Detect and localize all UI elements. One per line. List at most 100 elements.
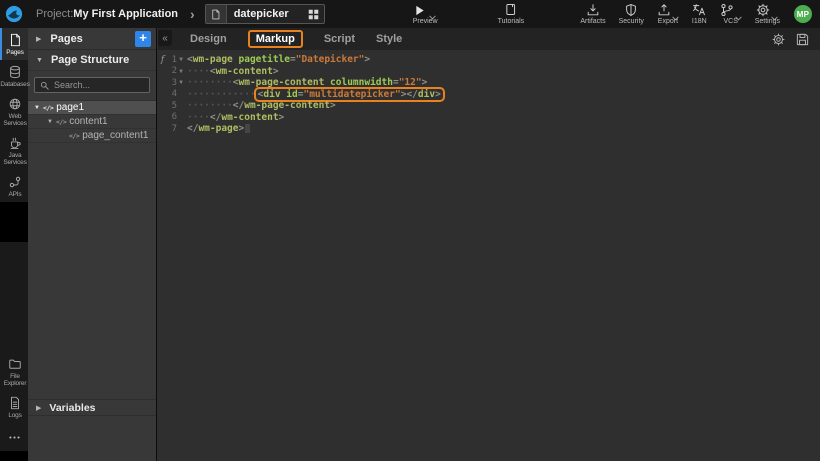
fold-caret-icon[interactable]: ▼ bbox=[177, 56, 185, 63]
search-input[interactable] bbox=[54, 80, 144, 90]
code-line-2[interactable]: 2▼····<wm-content> bbox=[158, 66, 820, 78]
sidebar-item-logs[interactable]: Logs bbox=[0, 391, 28, 423]
gutter: 4 bbox=[158, 89, 185, 99]
line-number: 7 bbox=[166, 124, 177, 134]
save-icon[interactable] bbox=[796, 33, 809, 46]
tab-design[interactable]: Design bbox=[190, 33, 227, 45]
line-number: 1 bbox=[166, 55, 177, 65]
sidebar-item-databases[interactable]: Databases bbox=[0, 60, 28, 92]
page-file-icon bbox=[206, 5, 227, 23]
search-icon bbox=[40, 81, 49, 90]
markup-code-editor[interactable]: f1▼<wm-page pagetitle="Datepicker">2▼···… bbox=[158, 50, 820, 135]
variables-title: Variables bbox=[49, 402, 95, 414]
code-line-4[interactable]: 4············<div id="multidatepicker"><… bbox=[158, 89, 820, 101]
gutter: 7 bbox=[158, 124, 185, 134]
editor-strip-actions bbox=[772, 33, 809, 46]
caret-down-icon[interactable]: ▼ bbox=[33, 105, 41, 111]
code-text: <wm-page pagetitle="Datepicker"> bbox=[185, 54, 370, 65]
topbar-item-settings[interactable]: Settings bbox=[755, 3, 780, 25]
editor-area: « Design Markup Script Style f1▼<wm-page pa… bbox=[158, 28, 820, 461]
preview-label: Preview bbox=[413, 18, 438, 25]
gutter: f1▼ bbox=[158, 55, 185, 65]
app-logo-icon[interactable] bbox=[5, 5, 23, 23]
sidebar-item-label: APIs bbox=[9, 191, 22, 198]
upload-icon bbox=[657, 3, 671, 17]
editor-tabs: Design Markup Script Style bbox=[190, 30, 402, 48]
sidebar-item-label: Logs bbox=[8, 412, 21, 419]
topbar-item-security[interactable]: Security bbox=[619, 3, 644, 25]
gutter: 3▼ bbox=[158, 78, 185, 88]
open-page-tab[interactable]: datepicker bbox=[205, 4, 325, 24]
tree-item-label: page_content1 bbox=[82, 130, 148, 141]
add-page-button[interactable]: + bbox=[135, 31, 151, 47]
page-icon bbox=[8, 33, 22, 47]
code-text: </wm-page> bbox=[185, 123, 250, 134]
wavemaker-studio-window: Project:My First Application › datepicke… bbox=[0, 0, 820, 461]
sidebar-item-label: Databases bbox=[0, 81, 29, 88]
pages-panel-title: Pages bbox=[50, 33, 135, 45]
search-box[interactable] bbox=[34, 77, 150, 93]
code-line-7[interactable]: 7 </wm-page> bbox=[158, 123, 820, 135]
rail-spacer bbox=[0, 242, 28, 352]
topbar-item-vcs[interactable]: VCS bbox=[720, 3, 742, 25]
project-name: My First Application bbox=[73, 8, 178, 20]
code-line-3[interactable]: 3▼········<wm-page-content columnwidth="… bbox=[158, 77, 820, 89]
globe-icon bbox=[8, 97, 22, 111]
tree-item-label: page1 bbox=[56, 102, 84, 113]
code-line-5[interactable]: 5········</wm-page-content> bbox=[158, 100, 820, 112]
sidebar-item-pages[interactable]: Pages bbox=[0, 28, 28, 60]
pages-grid-icon[interactable] bbox=[304, 9, 324, 20]
rail-top-group: Pages Databases Web Services Java Services A… bbox=[0, 28, 28, 202]
pages-panel: ▶ Pages + ▼ Page Structure ▼</>page1▼</>… bbox=[28, 28, 157, 461]
avatar[interactable]: MP bbox=[794, 5, 812, 23]
translate-icon bbox=[692, 3, 706, 17]
gear-icon bbox=[756, 3, 770, 17]
sidebar-item-label: Pages bbox=[6, 49, 23, 56]
topbar-item-artifacts[interactable]: Artifacts bbox=[580, 3, 605, 25]
editor-tabstrip: Design Markup Script Style bbox=[158, 28, 820, 50]
code-text: ········<wm-page-content columnwidth="12… bbox=[185, 77, 427, 88]
caret-down-icon[interactable]: ▼ bbox=[46, 119, 54, 125]
topbar-item-i18n[interactable]: I18N bbox=[692, 3, 707, 25]
preview-button[interactable]: Preview bbox=[413, 3, 438, 25]
line-number: 2 bbox=[166, 66, 177, 76]
sidebar-item-java-services[interactable]: Java Services bbox=[0, 131, 28, 170]
sidebar-item-apis[interactable]: APIs bbox=[0, 170, 28, 202]
branch-icon bbox=[720, 3, 734, 17]
widget-code-icon: </> bbox=[43, 104, 53, 112]
pages-panel-header[interactable]: ▶ Pages + bbox=[28, 28, 156, 50]
tab-script[interactable]: Script bbox=[324, 33, 355, 45]
sidebar-item-label: Web Services bbox=[2, 113, 28, 127]
tab-markup[interactable]: Markup bbox=[248, 30, 303, 48]
variables-header[interactable]: ▶ Variables bbox=[28, 399, 156, 416]
page-structure-title: Page Structure bbox=[51, 54, 129, 66]
tree-item-page1[interactable]: ▼</>page1 bbox=[28, 101, 156, 115]
caret-right-icon: ▶ bbox=[36, 35, 41, 43]
tab-style[interactable]: Style bbox=[376, 33, 402, 45]
topbar-item-label: Security bbox=[619, 18, 644, 25]
topbar-item-export[interactable]: Export bbox=[657, 3, 679, 25]
code-line-1[interactable]: f1▼<wm-page pagetitle="Datepicker"> bbox=[158, 54, 820, 66]
sidebar-item-file-explorer[interactable]: File Explorer bbox=[0, 352, 28, 391]
rail-divider bbox=[0, 202, 28, 242]
tree-item-page_content1[interactable]: </>page_content1 bbox=[28, 129, 156, 143]
left-rail: Pages Databases Web Services Java Services A… bbox=[0, 28, 28, 461]
code-line-6[interactable]: 6····</wm-content> bbox=[158, 112, 820, 124]
more-options-button[interactable] bbox=[0, 423, 28, 451]
collapse-panel-button[interactable]: « bbox=[158, 30, 172, 46]
fold-caret-icon[interactable]: ▼ bbox=[177, 79, 185, 86]
widget-tree: ▼</>page1▼</>content1</>page_content1 bbox=[28, 101, 156, 143]
text-cursor bbox=[245, 124, 250, 133]
markup-settings-gear-icon[interactable] bbox=[772, 33, 785, 46]
tree-item-content1[interactable]: ▼</>content1 bbox=[28, 115, 156, 129]
fold-caret-icon[interactable]: ▼ bbox=[177, 68, 185, 75]
line-number: 3 bbox=[166, 78, 177, 88]
page-structure-header[interactable]: ▼ Page Structure bbox=[28, 50, 156, 71]
code-text: ····<wm-content> bbox=[185, 66, 279, 77]
sidebar-item-web-services[interactable]: Web Services bbox=[0, 92, 28, 131]
search-area bbox=[28, 71, 156, 101]
tutorials-button[interactable]: Tutorials bbox=[498, 3, 525, 25]
topbar-item-label: VCS bbox=[724, 18, 738, 25]
code-text: ····</wm-content> bbox=[185, 112, 284, 123]
project-label: Project: bbox=[36, 8, 73, 20]
